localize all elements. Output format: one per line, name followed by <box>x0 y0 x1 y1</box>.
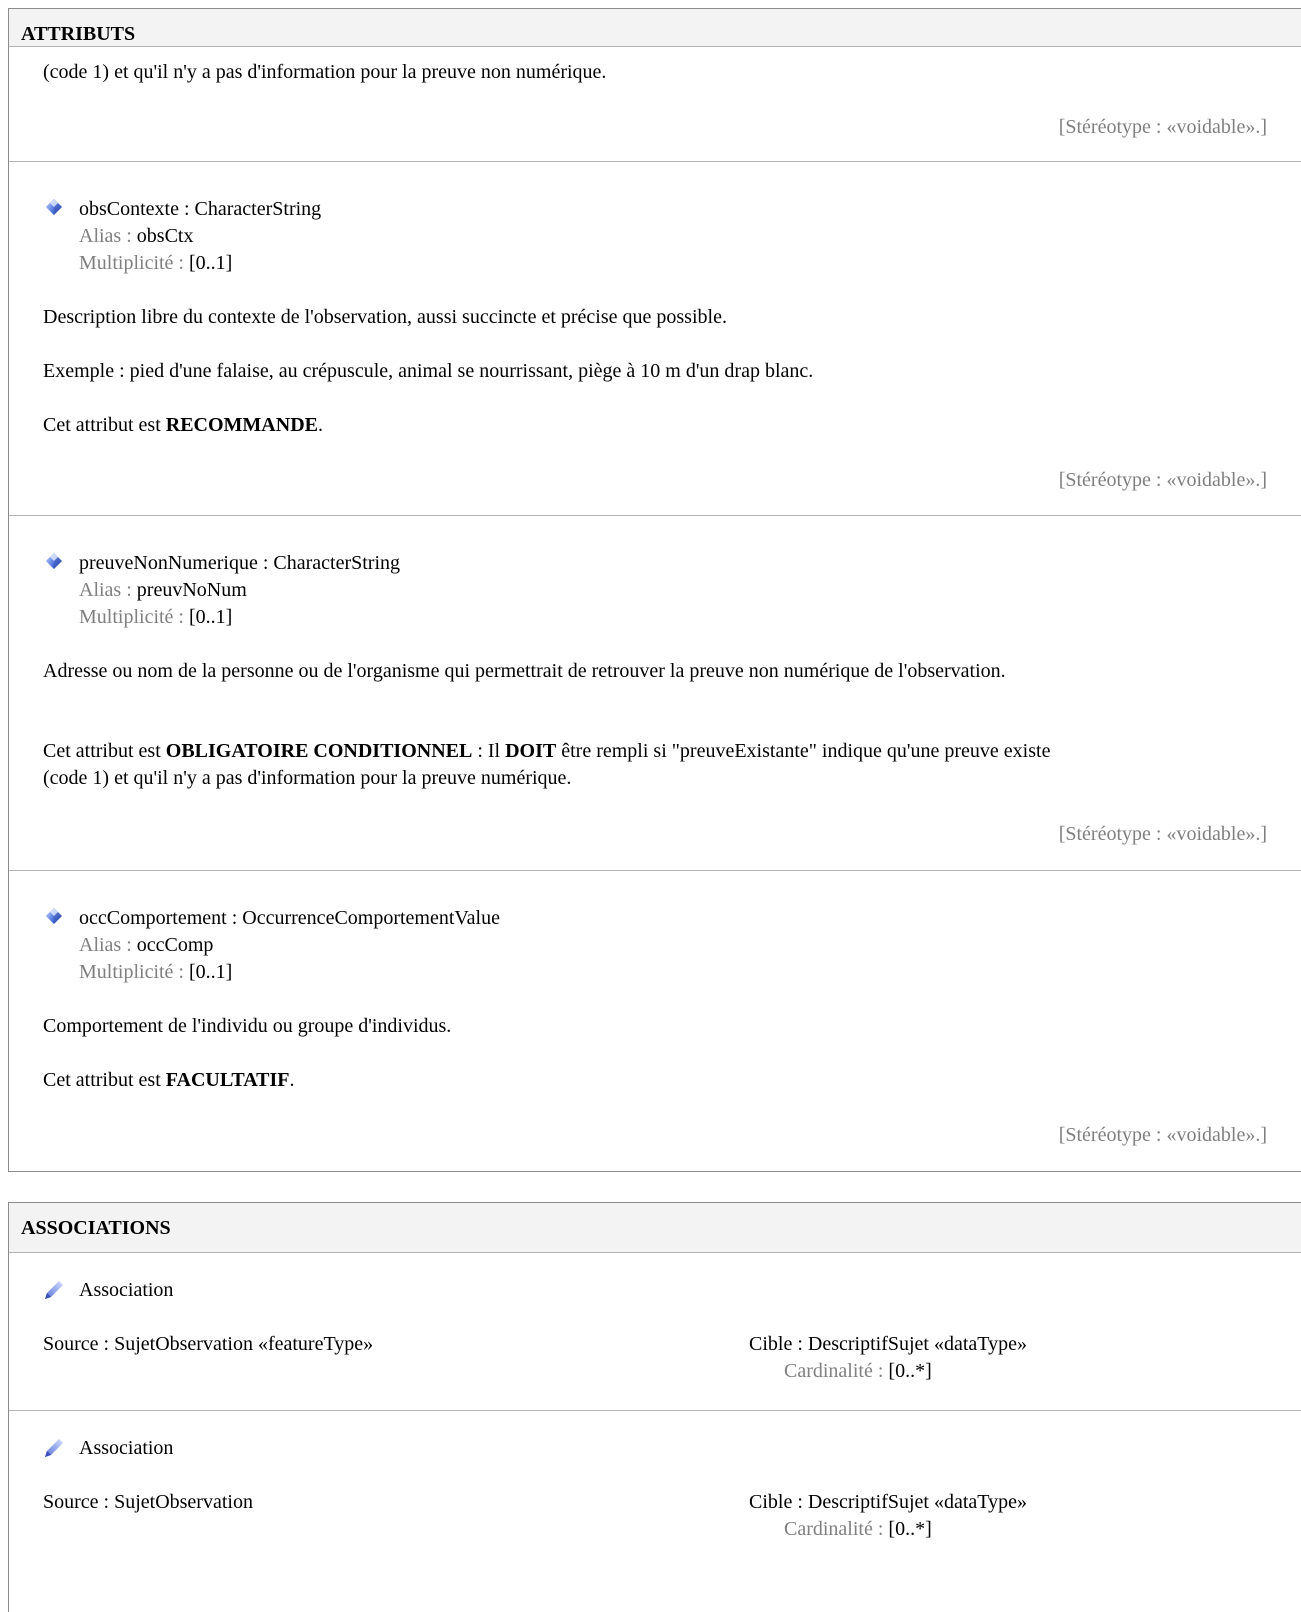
multiplicity-label: Multiplicité : <box>79 606 189 628</box>
attribute-diamond-icon <box>46 199 62 215</box>
attribute-status-line2: (code 1) et qu'il n'y a pas d'informatio… <box>43 767 572 789</box>
attribute-multiplicity: Multiplicité : [0..1] <box>79 959 232 985</box>
alias-value: preuvNoNum <box>136 579 247 601</box>
cardinality-label: Cardinalité : <box>784 1518 889 1540</box>
association-item: Association Source : SujetObservation «f… <box>9 1253 1301 1411</box>
status-value: RECOMMANDE <box>165 414 318 436</box>
alias-value: obsCtx <box>136 225 194 247</box>
association-cardinality: Cardinalité : [0..*] <box>784 1516 932 1542</box>
attributes-header: ATTRIBUTS <box>9 9 1301 47</box>
stereotype-label: [Stéréotype : «voidable».] <box>1058 116 1267 138</box>
carryover-text: (code 1) et qu'il n'y a pas d'informatio… <box>43 61 607 83</box>
attributes-panel: ATTRIBUTS (code 1) et qu'il n'y a pas d'… <box>8 8 1301 1172</box>
multiplicity-value: [0..1] <box>189 961 233 983</box>
attribute-status: Cet attribut est RECOMMANDE. <box>43 412 323 438</box>
association-cardinality: Cardinalité : [0..*] <box>784 1358 932 1384</box>
status-suffix: . <box>317 414 323 436</box>
multiplicity-value: [0..1] <box>189 606 233 628</box>
attribute-example: Exemple : pied d'une falaise, au crépusc… <box>43 360 814 382</box>
association-pencil-icon <box>45 1439 63 1457</box>
attribute-description: Description libre du contexte de l'obser… <box>43 306 727 328</box>
association-title: Association <box>79 1437 174 1459</box>
association-target: Cible : DescriptifSujet «dataType» <box>749 1491 1027 1513</box>
status-must: DOIT <box>505 740 557 762</box>
attribute-description: Comportement de l'individu ou groupe d'i… <box>43 1015 452 1037</box>
status-suffix: . <box>289 1069 295 1091</box>
status-prefix: Cet attribut est <box>43 740 166 762</box>
status-value: FACULTATIF <box>165 1069 290 1091</box>
associations-header: ASSOCIATIONS <box>9 1203 1301 1253</box>
attribute-signature: obsContexte : CharacterString <box>79 198 322 220</box>
multiplicity-label: Multiplicité : <box>79 961 189 983</box>
association-source: Source : SujetObservation «featureType» <box>43 1333 374 1355</box>
association-item: Association Source : SujetObservation Ci… <box>9 1411 1301 1611</box>
stereotype-label: [Stéréotype : «voidable».] <box>1058 1124 1267 1146</box>
attribute-status: Cet attribut est FACULTATIF. <box>43 1067 295 1093</box>
alias-value: occComp <box>136 934 214 956</box>
association-target: Cible : DescriptifSujet «dataType» <box>749 1333 1027 1355</box>
alias-label: Alias : <box>79 225 137 247</box>
stereotype-label: [Stéréotype : «voidable».] <box>1058 823 1267 845</box>
stereotype-label: [Stéréotype : «voidable».] <box>1058 469 1267 491</box>
associations-panel: ASSOCIATIONS Association Source : SujetO… <box>8 1202 1301 1612</box>
attribute-multiplicity: Multiplicité : [0..1] <box>79 604 232 630</box>
attribute-item: preuveNonNumerique : CharacterString Ali… <box>9 516 1301 871</box>
attribute-status: Cet attribut est OBLIGATOIRE CONDITIONNE… <box>43 738 1050 764</box>
attribute-alias: Alias : obsCtx <box>79 223 193 249</box>
cardinality-value: [0..*] <box>888 1518 932 1540</box>
multiplicity-value: [0..1] <box>189 252 233 274</box>
attribute-signature: preuveNonNumerique : CharacterString <box>79 552 401 574</box>
multiplicity-label: Multiplicité : <box>79 252 189 274</box>
alias-label: Alias : <box>79 934 137 956</box>
cardinality-value: [0..*] <box>888 1360 932 1382</box>
status-mid: : Il <box>472 740 506 762</box>
status-value: OBLIGATOIRE CONDITIONNEL <box>165 740 473 762</box>
alias-label: Alias : <box>79 579 137 601</box>
attribute-carryover: (code 1) et qu'il n'y a pas d'informatio… <box>9 47 1301 162</box>
attribute-alias: Alias : occComp <box>79 932 213 958</box>
attribute-item: obsContexte : CharacterString Alias : ob… <box>9 162 1301 516</box>
attribute-multiplicity: Multiplicité : [0..1] <box>79 250 232 276</box>
status-rest: être rempli si "preuveExistante" indique… <box>556 740 1051 762</box>
status-prefix: Cet attribut est <box>43 414 166 436</box>
attribute-diamond-icon <box>46 553 62 569</box>
association-pencil-icon <box>45 1281 63 1299</box>
attribute-alias: Alias : preuvNoNum <box>79 577 247 603</box>
status-prefix: Cet attribut est <box>43 1069 166 1091</box>
attribute-description: Adresse ou nom de la personne ou de l'or… <box>43 660 1006 682</box>
attribute-diamond-icon <box>46 908 62 924</box>
association-source: Source : SujetObservation <box>43 1491 253 1513</box>
attribute-signature: occComportement : OccurrenceComportement… <box>79 907 500 929</box>
attribute-item: occComportement : OccurrenceComportement… <box>9 871 1301 1171</box>
cardinality-label: Cardinalité : <box>784 1360 889 1382</box>
association-title: Association <box>79 1279 174 1301</box>
